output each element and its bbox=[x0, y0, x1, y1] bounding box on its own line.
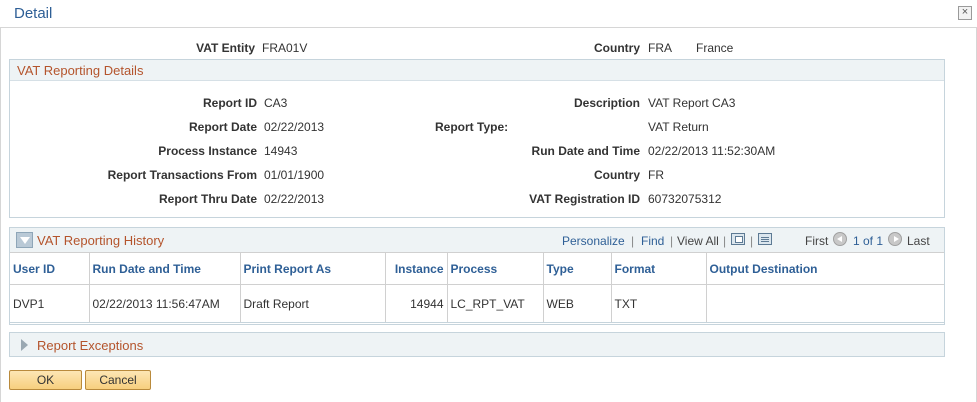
column-header-format[interactable]: Format bbox=[611, 252, 707, 285]
country-code: FRA bbox=[648, 41, 672, 55]
column-header-print-report-as[interactable]: Print Report As bbox=[240, 252, 386, 285]
report-id-label: Report ID bbox=[203, 96, 257, 110]
vat-reporting-details-title: VAT Reporting Details bbox=[17, 63, 144, 78]
collapse-triangle-icon bbox=[20, 237, 30, 244]
arrow-left-icon bbox=[837, 236, 842, 242]
report-type-label: Report Type: bbox=[435, 120, 509, 134]
nav-separator: | bbox=[750, 234, 754, 248]
find-link[interactable]: Find bbox=[641, 234, 664, 248]
cell-run-date: 02/22/2013 11:56:47AM bbox=[89, 284, 241, 323]
country-label: Country bbox=[594, 41, 640, 55]
close-icon[interactable]: × bbox=[958, 6, 972, 20]
cell-output-destination bbox=[706, 284, 944, 323]
thru-date-label: Report Thru Date bbox=[158, 192, 257, 206]
column-header-user-id[interactable]: User ID bbox=[10, 252, 90, 285]
details-country-value: FR bbox=[648, 168, 664, 182]
history-grid-header: VAT Reporting History Personalize | Find… bbox=[10, 228, 944, 252]
details-country-label: Country bbox=[594, 168, 640, 182]
report-type-value: VAT Return bbox=[648, 120, 709, 134]
vat-registration-label: VAT Registration ID bbox=[529, 192, 640, 206]
vat-reporting-details-group: VAT Reporting Details bbox=[9, 59, 945, 218]
cell-print-report-as: Draft Report bbox=[240, 284, 386, 323]
transactions-from-label: Report Transactions From bbox=[107, 168, 257, 182]
row-range: 1 of 1 bbox=[853, 234, 884, 248]
thru-date-value: 02/22/2013 bbox=[264, 192, 325, 206]
arrow-right-icon bbox=[894, 236, 899, 242]
dialog-title: Detail bbox=[14, 5, 53, 22]
country-name: France bbox=[696, 41, 734, 55]
description-value: VAT Report CA3 bbox=[648, 96, 736, 110]
first-label: First bbox=[805, 234, 829, 248]
next-row-icon[interactable] bbox=[888, 232, 902, 246]
column-header-process[interactable]: Process bbox=[447, 252, 544, 285]
nav-separator: | bbox=[631, 234, 635, 248]
column-header-instance[interactable]: Instance bbox=[385, 252, 448, 285]
dialog-titlebar: Detail × bbox=[0, 0, 977, 28]
zoom-grid-icon[interactable] bbox=[731, 233, 745, 245]
cancel-button[interactable]: Cancel bbox=[85, 370, 151, 390]
cell-type: WEB bbox=[543, 284, 612, 323]
cell-user-id: DVP1 bbox=[10, 284, 90, 323]
vat-entity-label: VAT Entity bbox=[196, 41, 255, 55]
previous-row-icon[interactable] bbox=[833, 232, 847, 246]
cell-process: LC_RPT_VAT bbox=[447, 284, 544, 323]
table-header-row: User ID Run Date and Time Print Report A… bbox=[10, 252, 944, 285]
download-grid-icon[interactable] bbox=[758, 233, 772, 245]
last-label: Last bbox=[907, 234, 930, 248]
cell-instance: 14944 bbox=[385, 284, 448, 323]
process-instance-label: Process Instance bbox=[158, 144, 257, 158]
cell-format: TXT bbox=[611, 284, 707, 323]
column-header-type[interactable]: Type bbox=[543, 252, 612, 285]
report-id-value: CA3 bbox=[264, 96, 288, 110]
column-header-output-destination[interactable]: Output Destination bbox=[706, 252, 944, 285]
process-instance-value: 14943 bbox=[264, 144, 298, 158]
run-date-value: 02/22/2013 11:52:30AM bbox=[648, 144, 776, 158]
transactions-from-value: 01/01/1900 bbox=[264, 168, 325, 182]
nav-separator: | bbox=[670, 234, 674, 248]
vat-reporting-details-header: VAT Reporting Details bbox=[10, 60, 944, 81]
history-grid-title: VAT Reporting History bbox=[37, 233, 165, 248]
report-date-value: 02/22/2013 bbox=[264, 120, 325, 134]
report-exceptions-title: Report Exceptions bbox=[37, 338, 144, 353]
vat-reporting-history-grid: VAT Reporting History Personalize | Find… bbox=[9, 227, 945, 325]
run-date-label: Run Date and Time bbox=[531, 144, 640, 158]
column-header-run-date[interactable]: Run Date and Time bbox=[89, 252, 241, 285]
ok-button[interactable]: OK bbox=[9, 370, 82, 390]
vat-entity-value: FRA01V bbox=[262, 41, 308, 55]
vat-registration-value: 60732075312 bbox=[648, 192, 722, 206]
report-exceptions-section[interactable]: Report Exceptions bbox=[9, 332, 945, 357]
table-row: DVP1 02/22/2013 11:56:47AM Draft Report … bbox=[10, 284, 944, 323]
personalize-link[interactable]: Personalize bbox=[562, 234, 625, 248]
expand-triangle-icon bbox=[21, 339, 28, 351]
nav-separator: | bbox=[723, 234, 727, 248]
history-table: User ID Run Date and Time Print Report A… bbox=[10, 252, 944, 323]
view-all-link[interactable]: View All bbox=[677, 234, 719, 248]
report-date-label: Report Date bbox=[188, 120, 257, 134]
collapse-toggle-button[interactable] bbox=[16, 232, 33, 248]
description-label: Description bbox=[573, 96, 640, 110]
